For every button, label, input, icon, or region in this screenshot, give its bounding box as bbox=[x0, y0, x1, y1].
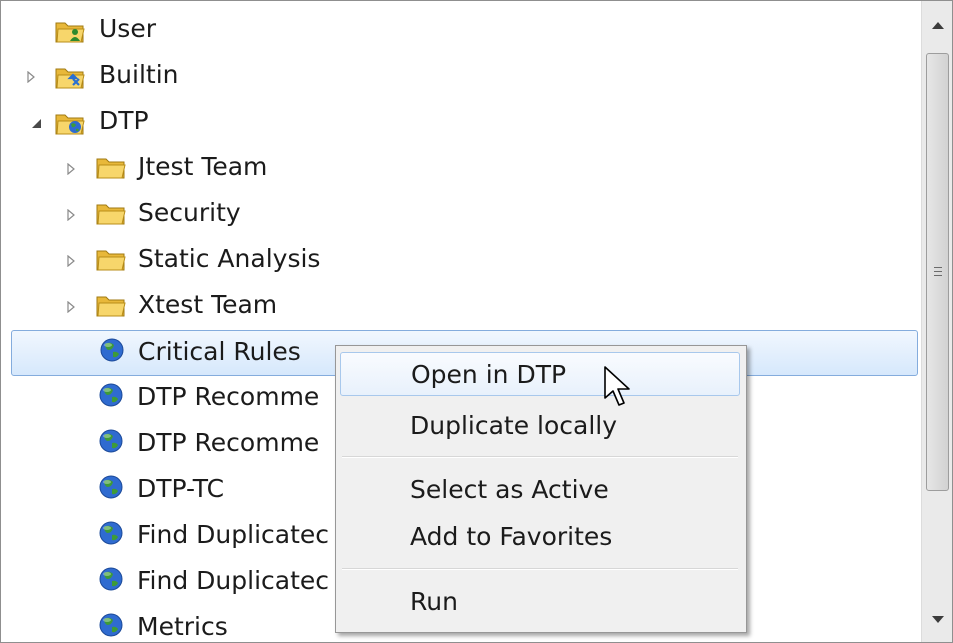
scroll-down-arrow-icon[interactable] bbox=[922, 601, 952, 637]
folder-icon bbox=[96, 158, 126, 179]
tree-item-security[interactable]: Security bbox=[1, 192, 921, 238]
tree-item-label: User bbox=[99, 14, 156, 43]
tree-item-label: DTP Recomme bbox=[137, 428, 320, 457]
test-configurations-panel: User Builtin DTP Jtest Team Security Sta… bbox=[0, 0, 953, 643]
user-folder-icon bbox=[55, 22, 85, 43]
menu-item-add-to-favorites[interactable]: Add to Favorites bbox=[340, 515, 740, 559]
tree-item-label: Jtest Team bbox=[138, 152, 268, 181]
menu-item-select-as-active[interactable]: Select as Active bbox=[340, 468, 740, 512]
tree-item-static-analysis[interactable]: Static Analysis bbox=[1, 238, 921, 284]
tree-item-label: Static Analysis bbox=[138, 244, 321, 273]
tree-item-label: DTP-TC bbox=[137, 474, 225, 503]
tree-item-label: Xtest Team bbox=[138, 290, 278, 319]
scrollbar-thumb[interactable] bbox=[926, 53, 949, 491]
tree-item-label: Builtin bbox=[99, 60, 179, 89]
globe-icon bbox=[99, 613, 123, 637]
globe-icon bbox=[99, 521, 123, 545]
menu-item-label: Select as Active bbox=[410, 475, 609, 504]
tree-item-label: Metrics bbox=[137, 612, 228, 641]
expand-arrow-icon[interactable] bbox=[23, 69, 39, 85]
tree-item-label: Security bbox=[138, 198, 241, 227]
menu-item-label: Open in DTP bbox=[411, 360, 567, 389]
tree-item-label: DTP bbox=[99, 106, 149, 135]
tree-item-label: Find Duplicatec bbox=[137, 566, 330, 595]
tree-item-user[interactable]: User bbox=[1, 8, 921, 54]
tree-item-jtest-team[interactable]: Jtest Team bbox=[1, 146, 921, 192]
builtin-folder-icon bbox=[55, 68, 85, 89]
menu-item-run[interactable]: Run bbox=[340, 580, 740, 624]
tree-item-label: DTP Recomme bbox=[137, 382, 320, 411]
expand-arrow-icon[interactable] bbox=[63, 207, 79, 223]
globe-icon bbox=[100, 338, 124, 362]
tree-item-label: Find Duplicatec bbox=[137, 520, 330, 549]
menu-item-label: Duplicate locally bbox=[410, 411, 618, 440]
globe-icon bbox=[99, 383, 123, 407]
expand-arrow-icon[interactable] bbox=[63, 299, 79, 315]
folder-icon bbox=[96, 296, 126, 317]
globe-icon bbox=[99, 567, 123, 591]
menu-separator bbox=[342, 568, 738, 570]
vertical-scrollbar[interactable] bbox=[921, 1, 952, 642]
menu-item-label: Run bbox=[410, 587, 458, 616]
menu-item-duplicate-locally[interactable]: Duplicate locally bbox=[340, 404, 740, 448]
collapse-arrow-icon[interactable] bbox=[28, 115, 44, 131]
globe-icon bbox=[99, 429, 123, 453]
folder-icon bbox=[96, 204, 126, 225]
globe-icon bbox=[99, 475, 123, 499]
menu-item-label: Add to Favorites bbox=[410, 522, 613, 551]
tree-item-label: Critical Rules bbox=[138, 337, 301, 366]
dtp-folder-icon bbox=[55, 114, 85, 135]
context-menu: Open in DTP Duplicate locally Select as … bbox=[335, 345, 747, 633]
tree-item-xtest-team[interactable]: Xtest Team bbox=[1, 284, 921, 330]
expand-arrow-icon[interactable] bbox=[63, 253, 79, 269]
mouse-pointer-icon bbox=[604, 366, 630, 406]
menu-separator bbox=[342, 456, 738, 458]
menu-item-open-in-dtp[interactable]: Open in DTP bbox=[340, 352, 740, 396]
scroll-up-arrow-icon[interactable] bbox=[922, 7, 952, 43]
tree-item-builtin[interactable]: Builtin bbox=[1, 54, 921, 100]
expand-arrow-icon[interactable] bbox=[63, 161, 79, 177]
tree-item-dtp[interactable]: DTP bbox=[1, 100, 921, 146]
folder-icon bbox=[96, 250, 126, 271]
